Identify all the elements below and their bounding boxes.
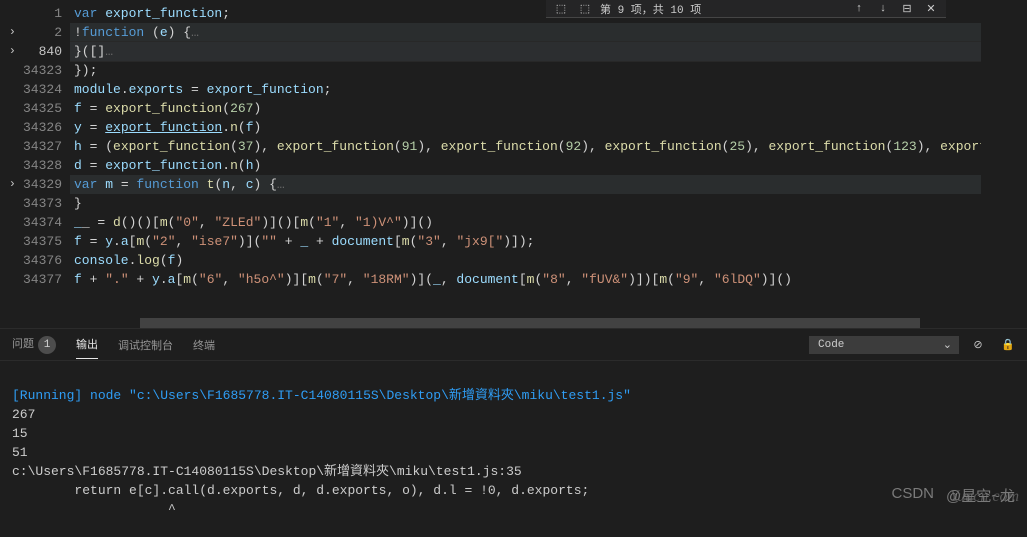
output-channel-select[interactable]: Code	[809, 336, 959, 354]
lock-scroll-icon[interactable]: 🔒	[997, 334, 1019, 356]
code-line: module.exports = export_function;	[70, 80, 1027, 99]
gutter: 1 ›2 ›840 34323 34324 34325 34326 34327 …	[0, 0, 70, 328]
code-line: }	[70, 194, 1027, 213]
line-number: 34328	[0, 156, 70, 175]
line-number: 34375	[0, 232, 70, 251]
code-line: !function (e) {…	[70, 23, 1027, 42]
code-line: __ = d()()[m("0", "ZLEd")]()[m("1", "1)V…	[70, 213, 1027, 232]
output-content[interactable]: [Running] node "c:\Users\F1685778.IT-C14…	[0, 361, 1027, 537]
chevron-right-icon[interactable]: ›	[4, 42, 16, 61]
code-line: h = (export_function(37), export_functio…	[70, 137, 1027, 156]
code-editor[interactable]: 1 ›2 ›840 34323 34324 34325 34326 34327 …	[0, 0, 1027, 328]
line-number: 34377	[0, 270, 70, 289]
bottom-panel: 问题1 输出 调试控制台 终端 Code ⊘ 🔒 [Running] node …	[0, 328, 1027, 536]
scrollbar-thumb[interactable]	[140, 318, 920, 328]
find-down-icon[interactable]: ↓	[874, 2, 892, 16]
code-line: f = y.a[m("2", "ise7")]("" + _ + documen…	[70, 232, 1027, 251]
line-number: 1	[0, 4, 70, 23]
find-filter-icon[interactable]: ⊟	[898, 2, 916, 16]
output-line: c:\Users\F1685778.IT-C14080115S\Desktop\…	[12, 464, 522, 479]
find-up-icon[interactable]: ↑	[850, 2, 868, 16]
tab-terminal[interactable]: 终端	[193, 331, 215, 359]
code-line: y = export_function.n(f)	[70, 118, 1027, 137]
line-number: 34327	[0, 137, 70, 156]
line-number: 34376	[0, 251, 70, 270]
code-area[interactable]: var export_function; !function (e) {… }(…	[70, 0, 1027, 328]
panel-tabs: 问题1 输出 调试控制台 终端 Code ⊘ 🔒	[0, 329, 1027, 361]
csdn-watermark: CSDN @星空~龙	[891, 485, 1015, 506]
clear-output-icon[interactable]: ⊘	[967, 334, 989, 356]
line-number: ›2	[0, 23, 70, 42]
line-number: ›840	[0, 42, 70, 61]
code-line: });	[70, 61, 1027, 80]
code-line: f = export_function(267)	[70, 99, 1027, 118]
find-match-icon: ⬚	[576, 2, 594, 16]
problems-count-badge: 1	[38, 336, 56, 354]
code-line: d = export_function.n(h)	[70, 156, 1027, 175]
find-close-icon[interactable]: ✕	[922, 2, 940, 16]
find-status: 第 9 项，共 10 项	[600, 1, 701, 17]
chevron-right-icon[interactable]: ›	[4, 23, 16, 42]
find-bar[interactable]: ⬚ ⬚ 第 9 项，共 10 项 ↑ ↓ ⊟ ✕	[546, 0, 946, 18]
line-number: 34325	[0, 99, 70, 118]
output-running: [Running]	[12, 388, 82, 403]
tab-debug-console[interactable]: 调试控制台	[118, 331, 173, 359]
minimap[interactable]	[981, 0, 1027, 328]
tab-problems[interactable]: 问题1	[12, 329, 56, 360]
code-line: var m = function t(n, c) {…	[70, 175, 1027, 194]
output-line: 267	[12, 407, 35, 422]
tab-output[interactable]: 输出	[76, 330, 98, 359]
chevron-right-icon[interactable]: ›	[4, 175, 16, 194]
line-number: ›34329	[0, 175, 70, 194]
output-line: 51	[12, 445, 28, 460]
line-number: 34326	[0, 118, 70, 137]
line-number: 34324	[0, 80, 70, 99]
output-line: ^	[12, 502, 176, 517]
code-line: f + "." + y.a[m("6", "h5o^")][m("7", "18…	[70, 270, 1027, 289]
code-line: console.log(f)	[70, 251, 1027, 270]
panel-tools: Code ⊘ 🔒	[809, 329, 1019, 361]
line-number: 34373	[0, 194, 70, 213]
horizontal-scrollbar[interactable]	[140, 318, 1015, 328]
line-number: 34323	[0, 61, 70, 80]
output-line: return e[c].call(d.exports, d, d.exports…	[12, 483, 589, 498]
output-line: 15	[12, 426, 28, 441]
line-number: 34374	[0, 213, 70, 232]
code-line: }([]…	[70, 42, 1027, 61]
find-prev-icon: ⬚	[552, 2, 570, 16]
output-cmd: node "c:\Users\F1685778.IT-C14080115S\De…	[82, 388, 631, 403]
